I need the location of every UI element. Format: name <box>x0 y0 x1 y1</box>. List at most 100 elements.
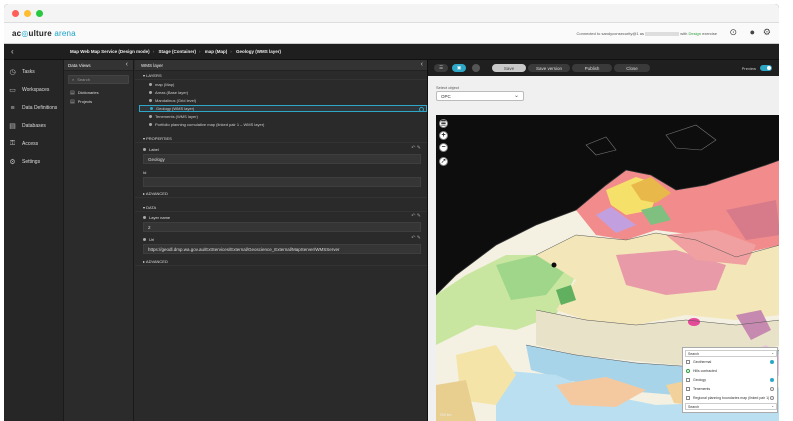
user-icon[interactable]: ● <box>750 28 755 37</box>
section-layers[interactable]: ▾ LAYERS <box>135 71 427 80</box>
properties-panel: WMS layer ‹ ▾ LAYERS map (Map) Areas (Ba… <box>135 60 427 421</box>
list-icon: ▤ <box>70 89 75 96</box>
layer-item[interactable]: Areas (Base layer) <box>139 89 427 96</box>
image-view-button[interactable]: ▣ <box>452 64 466 72</box>
layer-item[interactable]: Mandalinus (Grid level) <box>139 97 427 104</box>
breadcrumb: Map Web Map Service (Design mode) › Stage… <box>70 49 282 54</box>
layers-icon[interactable]: ≣ <box>439 119 448 128</box>
edit-icon[interactable]: ✎ <box>417 145 421 151</box>
legend-bottom-select[interactable]: Search ⌄ <box>685 403 777 410</box>
app-logo: ac◎ulture arena <box>12 29 76 38</box>
legend-layer-row[interactable]: Geology <box>686 378 776 382</box>
database-icon: ▤ <box>9 123 16 130</box>
clock-icon: ◷ <box>9 69 16 76</box>
collapse-chevron-icon[interactable]: ‹ <box>421 61 423 68</box>
url-property-title: Url <box>143 237 154 242</box>
publish-button[interactable]: Publish <box>572 64 612 72</box>
select-object-dropdown[interactable]: OPC ⌄ <box>436 91 524 101</box>
layer-item[interactable]: Portfolio planning cumulative map (linke… <box>139 121 427 128</box>
key-icon: ⚿ <box>9 140 16 147</box>
label-field[interactable]: Geology <box>143 154 421 164</box>
breadcrumb-item[interactable]: Stage (Container) <box>158 49 196 54</box>
zoom-in-icon[interactable]: + <box>439 131 448 140</box>
chevron-down-icon: ⌄ <box>771 351 774 355</box>
url-field[interactable]: https://geodl.dmp.wa.gov.au/ExtServices/… <box>143 244 421 254</box>
edit-icon[interactable]: ✎ <box>417 235 421 241</box>
minimize-window-dot[interactable] <box>24 10 31 17</box>
list-icon: ▤ <box>70 98 75 105</box>
database-definitions-icon: ≡ <box>10 104 15 112</box>
collapse-chevron-icon[interactable]: ‹ <box>126 61 128 68</box>
property-tools[interactable]: ↶ ✎ <box>411 213 421 219</box>
edit-icon[interactable]: ✎ <box>417 213 421 219</box>
property-tools[interactable]: ↶ ✎ <box>411 145 421 151</box>
id-property-title: Id <box>143 170 147 175</box>
layer-legend-panel: Search ⌄ Geothermal Hills contracted Geol… <box>682 347 778 413</box>
undo-icon[interactable]: ↶ <box>411 235 415 241</box>
geology-map[interactable]: ≣ + − ➚ 200 km Search ⌄ Geothermal Hills … <box>436 115 779 421</box>
chevron-down-icon: ⌄ <box>771 404 774 408</box>
select-object-label: Select object <box>436 85 459 90</box>
legend-layer-row[interactable]: Geothermal <box>686 360 776 364</box>
section-advanced[interactable]: ▸ ADVANCED <box>135 257 427 266</box>
preview-toolbar: ☰ ▣ Save Save version Publish Close Prev… <box>428 60 779 76</box>
section-advanced[interactable]: ▸ ADVANCED <box>135 189 427 198</box>
layer-name-field[interactable]: 2 <box>143 222 421 232</box>
connection-status: Connected to sandyconsecurity@1 as with … <box>576 31 717 36</box>
loading-spinner-icon <box>472 64 480 72</box>
legend-layer-row[interactable]: Regional planning boundaries map (linked… <box>686 396 776 400</box>
breadcrumb-item[interactable]: Map Web Map Service (Design mode) <box>70 49 150 54</box>
legend-layer-row[interactable]: Hills contracted <box>686 369 776 373</box>
section-properties[interactable]: ▾ PROPERTIES <box>135 134 427 143</box>
layer-name-property-title: Layer name <box>143 215 170 220</box>
close-button[interactable]: Close <box>614 64 650 72</box>
chevron-down-icon: ⌄ <box>513 93 519 99</box>
nav-item-databases[interactable]: ▤ Databases <box>8 120 62 132</box>
nav-item-data-definitions[interactable]: ≡ Data Definitions <box>8 102 62 114</box>
nav-item-workspaces[interactable]: ▭ Workspaces <box>8 84 62 96</box>
section-data[interactable]: ▾ DATA <box>135 203 427 212</box>
nav-item-settings[interactable]: ⚙ Settings <box>8 156 62 168</box>
id-field[interactable] <box>143 177 421 187</box>
layer-item[interactable]: map (Map) <box>139 81 427 88</box>
nav-item-access[interactable]: ⚿ Access <box>8 138 62 150</box>
layer-item-selected[interactable]: Geology (WMS layer) <box>139 105 427 112</box>
settings-icon[interactable]: ⚙ <box>763 28 771 37</box>
window-titlebar <box>4 4 779 23</box>
breadcrumb-item[interactable]: map (Map) <box>205 49 228 54</box>
label-property-title: Label <box>143 147 159 152</box>
gear-icon: ⚙ <box>9 159 16 166</box>
data-view-item-projects[interactable]: ▤ Projects <box>64 97 133 106</box>
breadcrumb-bar: ‹ Map Web Map Service (Design mode) › Sta… <box>4 44 779 60</box>
app-window: ac◎ulture arena Connected to sandyconsec… <box>4 4 779 421</box>
help-icon[interactable]: ⊙ <box>729 28 737 37</box>
breadcrumb-item[interactable]: Geology (WMS layer) <box>236 49 281 54</box>
legend-search-input[interactable]: Search ⌄ <box>685 350 777 357</box>
preview-label: Preview <box>741 66 756 71</box>
preview-toggle[interactable] <box>760 65 772 71</box>
properties-panel-header: WMS layer ‹ <box>135 60 427 71</box>
list-icon: ☰ <box>438 65 444 70</box>
close-window-dot[interactable] <box>12 10 19 17</box>
map-scale: 200 km <box>440 413 452 417</box>
save-button[interactable]: Save <box>492 64 526 72</box>
save-version-button[interactable]: Save version <box>528 64 570 72</box>
zoom-out-icon[interactable]: − <box>439 143 448 152</box>
property-tools[interactable]: ↶ ✎ <box>411 235 421 241</box>
undo-icon[interactable]: ↶ <box>411 145 415 151</box>
maximize-window-dot[interactable] <box>36 10 43 17</box>
data-views-header: Data Views ‹ <box>64 60 133 71</box>
data-view-item-dictionaries[interactable]: ▤ Dictionaries <box>64 88 133 97</box>
data-views-search-input[interactable]: ⌕ Search <box>68 75 129 84</box>
compass-icon[interactable]: ➚ <box>439 157 448 166</box>
legend-layer-row[interactable]: Tenements <box>686 387 776 391</box>
undo-icon[interactable]: ↶ <box>411 213 415 219</box>
data-views-panel: Data Views ‹ ⌕ Search ▤ Dictionaries ▤ Pro… <box>64 60 134 421</box>
layer-item[interactable]: Tenements (WMS layer) <box>139 113 427 120</box>
back-chevron-icon[interactable]: ‹ <box>11 47 14 56</box>
selected-indicator-icon <box>419 107 424 112</box>
redacted-text <box>645 31 680 36</box>
nav-item-tasks[interactable]: ◷ Tasks <box>8 66 62 78</box>
list-view-button[interactable]: ☰ <box>434 64 448 72</box>
search-icon: ⌕ <box>72 77 75 82</box>
